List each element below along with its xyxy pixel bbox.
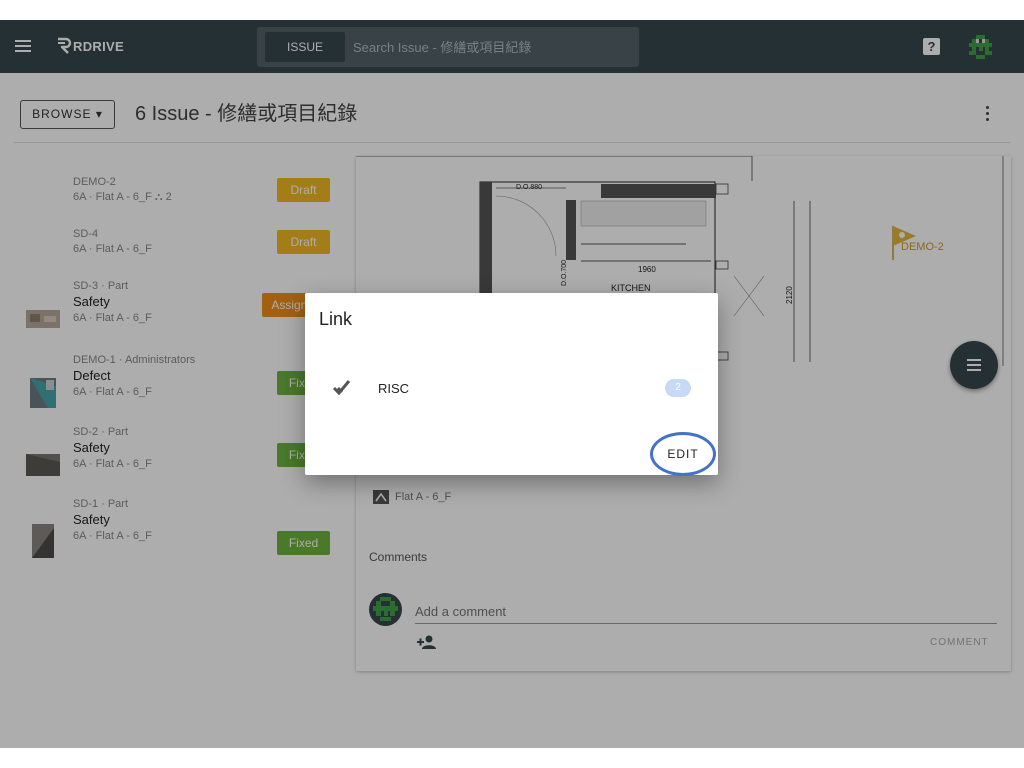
dialog-title: Link <box>319 309 353 329</box>
link-row-risc[interactable]: RISC 2 <box>305 368 718 408</box>
status-bar <box>0 0 1024 20</box>
app-window: RDRIVE ISSUE ? BROWSE ▾ 6 Issue - 修繕或項目紀… <box>0 20 1024 748</box>
double-check-icon <box>332 380 351 396</box>
link-row-label: RISC <box>378 381 410 396</box>
bottom-bar <box>0 748 1024 768</box>
count-badge: 2 <box>665 379 691 397</box>
edit-button[interactable]: EDIT <box>650 432 716 476</box>
link-dialog: Link RISC 2 EDIT <box>305 293 718 476</box>
